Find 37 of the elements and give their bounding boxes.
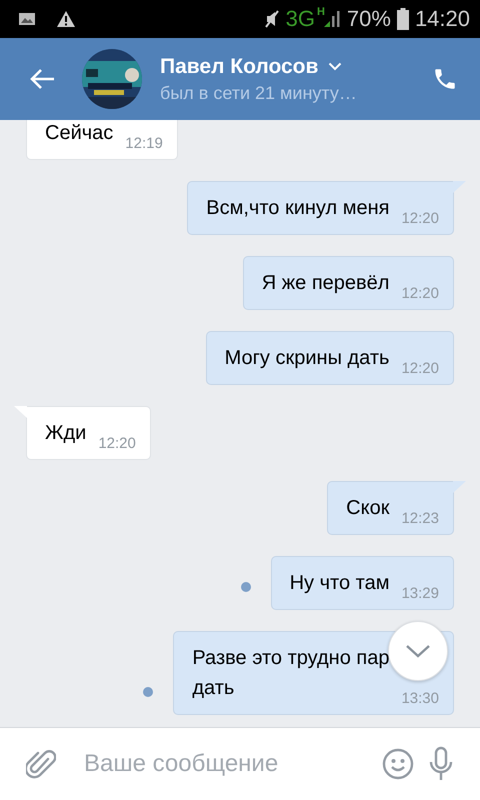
muted-speaker-icon	[264, 9, 280, 29]
message-time: 12:20	[401, 360, 439, 377]
clock: 14:20	[414, 6, 470, 32]
message-text: Сейчас	[45, 121, 114, 146]
message-time: 13:30	[401, 690, 439, 707]
network-sub-type: H	[316, 6, 325, 18]
contact-name[interactable]: Павел Колосов	[160, 54, 318, 78]
chevron-down-icon	[405, 644, 431, 658]
battery-percent: 70%	[346, 6, 391, 32]
battery-icon	[396, 8, 409, 30]
picture-icon	[18, 11, 36, 27]
paperclip-icon[interactable]	[26, 747, 56, 781]
message-time: 12:19	[125, 135, 163, 152]
last-seen-status: был в сети 21 минуту…	[160, 82, 358, 104]
back-icon[interactable]	[30, 68, 56, 90]
message-bubble[interactable]: Сейчас 12:19	[26, 120, 178, 160]
message-text: Жди	[45, 421, 86, 446]
message-text: Я же перевёл	[262, 271, 390, 296]
chevron-down-icon[interactable]	[328, 62, 342, 71]
message-time: 12:20	[401, 285, 439, 302]
network-type: 3G	[286, 6, 315, 32]
smiley-icon[interactable]	[382, 748, 414, 780]
warning-icon	[56, 10, 76, 28]
message-time: 12:23	[401, 510, 439, 527]
message-time: 12:20	[98, 435, 136, 452]
signal-icon	[322, 10, 341, 28]
message-text: Скок	[346, 496, 390, 521]
message-bubble[interactable]: Ну что там 13:29	[270, 556, 454, 610]
message-text: Разве это трудно пар дать	[192, 646, 390, 701]
message-bubble[interactable]: Могу скрины дать 12:20	[206, 331, 454, 385]
message-text: Ну что там	[290, 571, 390, 596]
message-text: Могу скрины дать	[224, 346, 390, 371]
message-text: Всм,что кинул меня	[206, 196, 390, 221]
message-bubble[interactable]: Я же перевёл 12:20	[242, 256, 454, 310]
message-time: 12:20	[401, 210, 439, 227]
microphone-icon[interactable]	[428, 746, 454, 782]
message-time: 13:29	[401, 585, 439, 602]
